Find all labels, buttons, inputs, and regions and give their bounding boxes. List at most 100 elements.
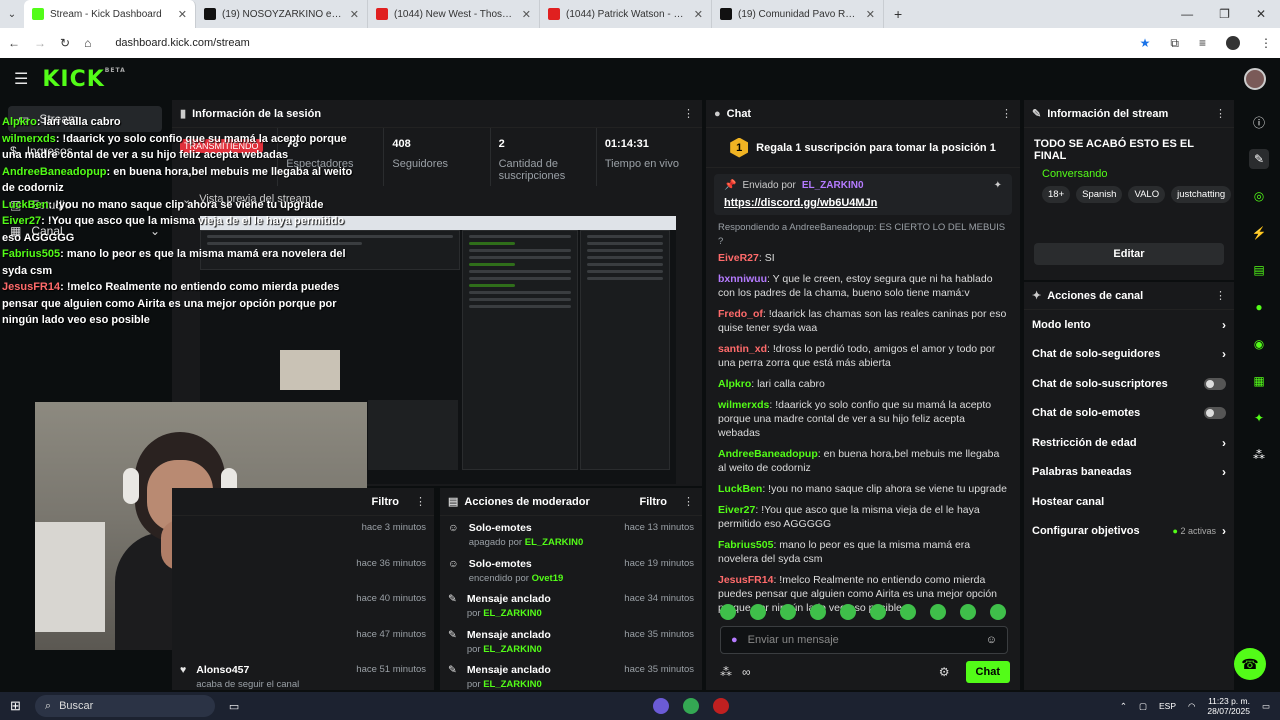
unpin-icon[interactable]: ✦ [994,180,1002,191]
info-icon[interactable]: ⓘ [1249,112,1269,132]
close-icon[interactable]: ✕ [350,8,359,21]
close-icon[interactable]: ✕ [694,8,703,21]
emote-icon[interactable] [720,604,736,620]
chat-username[interactable]: Fredo_of [718,308,763,320]
chat-username[interactable]: Eiver27 [718,504,755,516]
taskbar-search[interactable]: ⌕ Buscar [34,695,215,717]
mod-action-user[interactable]: EL_ZARKIN0 [483,679,542,690]
pinned-link[interactable]: https://discord.gg/wb6U4MJn [724,197,1002,209]
browser-tab-1[interactable]: Stream - Kick Dashboard ✕ [24,0,196,28]
camera-icon[interactable]: ◎ [1249,186,1269,206]
home-icon[interactable]: ⌂ [84,36,91,50]
emoji-icon[interactable]: ☺ [986,634,997,646]
minimize-icon[interactable]: — [1181,7,1193,21]
edit-icon[interactable]: ✎ [1249,149,1269,169]
browser-menu-icon[interactable]: ⋮ [1260,36,1272,50]
chat-input[interactable]: ● Enviar un mensaje ☺ [720,626,1008,654]
layout-icon[interactable]: ▦ [1249,371,1269,391]
chat-username[interactable]: AndreeBaneadopup [718,448,818,460]
chat-username[interactable]: LuckBen [718,483,762,495]
subscribers-only-toggle[interactable] [1204,377,1226,390]
maximize-icon[interactable]: ❐ [1219,7,1230,21]
action-host-channel[interactable]: Hostear canal [1024,487,1234,517]
tab-search-icon[interactable]: ⌄ [0,9,24,20]
more-options-icon[interactable]: ⋮ [683,495,694,508]
action-age-restriction[interactable]: Restricción de edad › [1024,428,1234,458]
chat-username[interactable]: Fabrius505 [718,539,773,551]
action-configure-goals[interactable]: Configurar objetivos ● 2 activas › [1024,517,1234,547]
emote-icon[interactable] [780,604,796,620]
close-window-icon[interactable]: ✕ [1256,7,1266,21]
chat-username[interactable]: wilmerxds [718,399,769,411]
wifi-icon[interactable]: ◠ [1188,701,1195,712]
windows-start-icon[interactable]: ⊞ [10,698,21,714]
category-name[interactable]: Conversando [1042,168,1231,180]
chevron-up-icon[interactable]: ⌃ [1120,701,1127,712]
chrome-icon[interactable] [683,698,700,714]
settings-gear-icon[interactable]: ⚙ [939,665,950,679]
more-options-icon[interactable]: ⋮ [1215,107,1226,120]
points-icon[interactable]: ⁂ [1249,445,1269,465]
media-icon[interactable]: ≡ [1199,36,1206,50]
emote-icon[interactable] [960,604,976,620]
emote-icon[interactable] [930,604,946,620]
chat-username[interactable]: Alpkro [718,378,751,390]
chat-username[interactable]: JesusFR14 [718,574,773,586]
emote-icon[interactable] [810,604,826,620]
action-followers-only[interactable]: Chat de solo-seguidores › [1024,340,1234,370]
app-icon[interactable] [713,698,730,714]
network-icon[interactable]: ▢ [1139,701,1147,712]
forward-icon[interactable]: → [34,36,46,50]
support-chat-icon[interactable]: ☎ [1234,648,1266,680]
gift-sub-banner[interactable]: 1 Regala 1 suscripción para tomar la pos… [706,128,1020,168]
close-icon[interactable]: ✕ [866,8,875,21]
edit-button[interactable]: Editar [1034,243,1224,265]
more-options-icon[interactable]: ⋮ [1215,289,1226,302]
chat-username[interactable]: bxnniwuu [718,273,767,285]
emote-icon[interactable] [990,604,1006,620]
browser-tab-3[interactable]: (1044) New West - Those E ✕ [368,0,540,28]
wrench-icon[interactable]: ✦ [1249,408,1269,428]
emote-icon[interactable] [900,604,916,620]
mod-action-user[interactable]: EL_ZARKIN0 [483,644,542,655]
broadcast-icon[interactable]: ◉ [1249,334,1269,354]
emote-icon[interactable] [750,604,766,620]
emote-icon[interactable] [840,604,856,620]
more-options-icon[interactable]: ⋮ [1001,107,1012,120]
kick-logo[interactable]: KICKBETA [42,67,125,92]
profile-avatar-icon[interactable] [1226,36,1240,50]
new-tab-icon[interactable]: + [884,6,912,22]
emotes-only-toggle[interactable] [1204,407,1226,420]
document-icon[interactable]: ▤ [1249,260,1269,280]
extensions-icon[interactable]: ⧉ [1170,36,1179,51]
action-banned-words[interactable]: Palabras baneadas › [1024,458,1234,488]
mod-action-user[interactable]: Ovet19 [532,573,564,584]
reload-icon[interactable]: ↻ [60,36,70,50]
more-options-icon[interactable]: ⋮ [415,495,426,508]
emote-icon[interactable] [870,604,886,620]
notification-icon[interactable]: ▭ [1262,701,1270,712]
chat-icon[interactable]: ● [1249,297,1269,317]
task-view-icon[interactable]: ▭ [229,700,239,713]
browser-tab-2[interactable]: (19) NOSOYZARKINO en X: "Ho ✕ [196,0,368,28]
chat-username[interactable]: santin_xd [718,343,767,355]
mod-action-user[interactable]: EL_ZARKIN0 [483,608,542,619]
browser-tab-4[interactable]: (1044) Patrick Watson - Je te la ✕ [540,0,712,28]
bookmark-star-icon[interactable]: ★ [1140,36,1151,50]
filter-button[interactable]: Filtro [372,496,400,508]
url-field[interactable]: dashboard.kick.com/stream [115,37,250,49]
filter-button[interactable]: Filtro [640,496,668,508]
close-icon[interactable]: ✕ [522,8,531,21]
browser-tab-5[interactable]: (19) Comunidad Pavo Rangers ✕ [712,0,884,28]
close-icon[interactable]: ✕ [178,8,187,21]
back-icon[interactable]: ← [8,36,20,50]
points-icon[interactable]: ⁂ [720,665,732,679]
user-avatar[interactable] [1244,68,1266,90]
hamburger-menu-icon[interactable]: ☰ [14,69,28,89]
chat-username[interactable]: EiveR27 [718,252,759,264]
app-icon[interactable] [653,698,670,714]
more-options-icon[interactable]: ⋮ [683,107,694,120]
mod-action-user[interactable]: EL_ZARKIN0 [525,537,584,548]
microphone-icon[interactable]: ● [731,634,738,646]
pinned-by-user[interactable]: EL_ZARKIN0 [802,180,864,191]
